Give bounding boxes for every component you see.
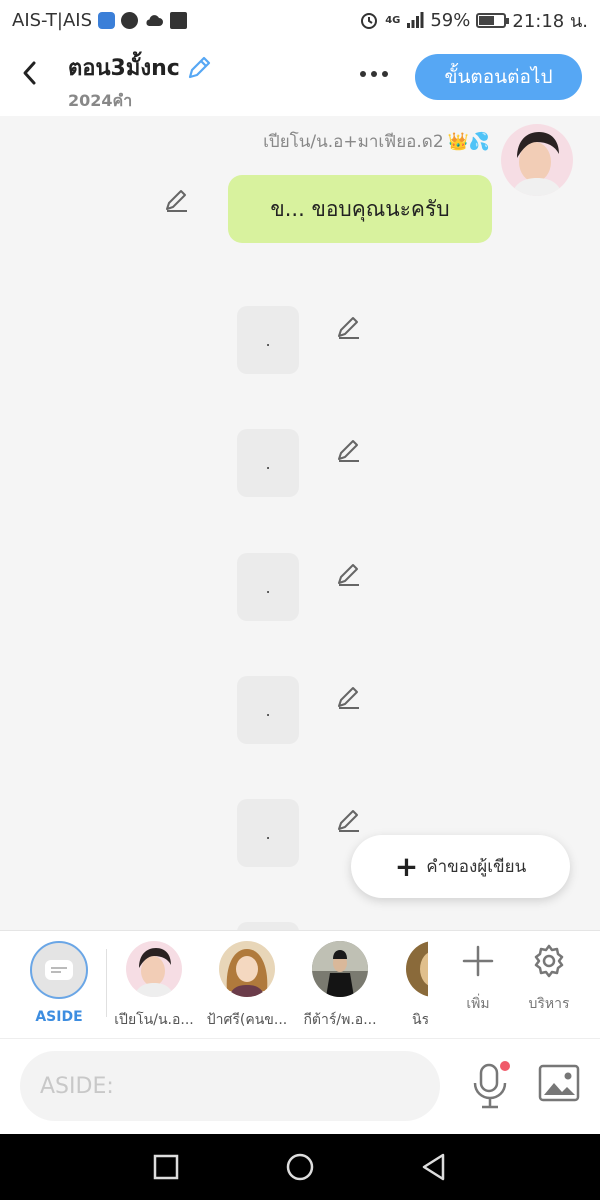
edit-message-icon[interactable] bbox=[335, 806, 363, 834]
back-button[interactable] bbox=[14, 58, 44, 88]
author-note-button[interactable]: + คำของผู้เขียน bbox=[351, 835, 570, 898]
page-title: ตอน3มั้งnc bbox=[68, 56, 180, 81]
avatar-portrait bbox=[501, 124, 573, 196]
sender-name: เปียโน/น.อ+มาเฟียอ.ด2 👑💦 bbox=[263, 128, 490, 155]
carrier-label: AIS-T|AIS bbox=[12, 9, 92, 31]
character-avatar bbox=[312, 941, 368, 997]
dot-message-bubble[interactable]: . bbox=[237, 676, 299, 744]
add-label: เพิ่ม bbox=[466, 996, 490, 1012]
next-step-button[interactable]: ขั้นตอนต่อไป bbox=[415, 54, 582, 100]
dot-message-bubble[interactable]: . bbox=[237, 553, 299, 621]
divider bbox=[106, 949, 107, 1017]
dot-message-bubble[interactable]: . bbox=[237, 429, 299, 497]
aside-selector[interactable]: ASIDE bbox=[30, 941, 88, 1025]
battery-fill bbox=[479, 15, 494, 25]
character-label: เปียโน/น.อ... bbox=[114, 1012, 194, 1028]
character-label: นิร bbox=[412, 1012, 428, 1028]
aside-label: ASIDE bbox=[35, 1009, 83, 1025]
messenger-icon bbox=[121, 11, 138, 29]
sender-name-text: เปียโน/น.อ+มาเฟียอ.ด2 bbox=[263, 132, 444, 152]
character-label: ป้าศรี(คนข... bbox=[206, 1012, 288, 1028]
manage-label: บริหาร bbox=[528, 996, 570, 1012]
signal-icon bbox=[407, 12, 424, 28]
clock: 21:18 น. bbox=[512, 10, 588, 32]
dot-message-bubble[interactable]: . bbox=[237, 799, 299, 867]
character-avatar bbox=[406, 941, 428, 997]
author-note-label: คำของผู้เขียน bbox=[426, 857, 527, 877]
edit-message-icon[interactable] bbox=[335, 313, 363, 341]
more-options-icon[interactable] bbox=[354, 60, 394, 88]
message-bubble[interactable]: ข... ขอบคุณนะครับ bbox=[228, 175, 492, 243]
edit-message-icon[interactable] bbox=[335, 683, 363, 711]
edit-title-icon[interactable] bbox=[186, 55, 212, 81]
sender-avatar[interactable] bbox=[501, 124, 573, 196]
character-item[interactable]: ป้าศรี(คนข... bbox=[202, 941, 292, 1031]
add-character-button[interactable]: เพิ่ม bbox=[458, 943, 498, 1015]
character-avatar bbox=[219, 941, 275, 997]
status-bar: AIS-T|AIS 4G 59% 21:18 น. bbox=[0, 0, 600, 40]
cloud-icon bbox=[146, 15, 163, 26]
edit-message-icon[interactable] bbox=[163, 186, 191, 214]
word-count: 2024คำ bbox=[68, 91, 133, 110]
status-left: AIS-T|AIS bbox=[12, 10, 187, 31]
image-icon bbox=[538, 1064, 580, 1102]
manage-characters-button[interactable]: บริหาร bbox=[524, 943, 574, 1015]
aside-icon bbox=[30, 941, 88, 999]
chat-area[interactable]: เปียโน/น.อ+มาเฟียอ.ด2 👑💦 ข... ขอบคุณนะคร… bbox=[0, 116, 600, 930]
network-type-label: 4G bbox=[385, 14, 401, 26]
recording-dot bbox=[500, 1061, 510, 1071]
back-nav-icon[interactable] bbox=[418, 1151, 450, 1183]
image-button[interactable] bbox=[538, 1063, 580, 1103]
battery-percent: 59% bbox=[430, 9, 471, 31]
title-row: ตอน3มั้งnc bbox=[68, 50, 212, 85]
character-avatar bbox=[126, 941, 182, 997]
chevron-left-icon bbox=[23, 61, 36, 85]
alarm-icon bbox=[361, 13, 378, 29]
dot-message-bubble[interactable]: . bbox=[237, 306, 299, 374]
character-item-clipped[interactable]: นิร bbox=[400, 941, 428, 1037]
shield-app-icon bbox=[98, 11, 115, 29]
dot-message-bubble-partial[interactable] bbox=[237, 922, 299, 930]
sender-emoji: 👑💦 bbox=[447, 131, 490, 152]
home-icon[interactable] bbox=[284, 1151, 316, 1183]
title-block: ตอน3มั้งnc 2024คำ bbox=[68, 50, 212, 114]
status-right: 4G 59% 21:18 น. bbox=[359, 6, 588, 35]
plus-icon: + bbox=[394, 849, 419, 883]
input-bar bbox=[0, 1038, 600, 1134]
character-label: กีต้าร์/พ.อ... bbox=[303, 1012, 377, 1028]
battery-icon bbox=[476, 12, 510, 28]
facebook-icon bbox=[170, 11, 187, 29]
message-input[interactable] bbox=[20, 1051, 440, 1121]
character-item[interactable]: เปียโน/น.อ... bbox=[109, 941, 199, 1031]
plus-icon bbox=[462, 945, 494, 977]
system-nav-bar bbox=[0, 1134, 600, 1200]
microphone-button[interactable] bbox=[468, 1061, 512, 1111]
gear-icon bbox=[534, 944, 564, 978]
recent-apps-icon[interactable] bbox=[150, 1151, 182, 1183]
edit-message-icon[interactable] bbox=[335, 560, 363, 588]
character-item[interactable]: กีต้าร์/พ.อ... bbox=[295, 941, 385, 1031]
character-bar: ASIDE เปียโน/น.อ... ป้าศรี(คนข... กีต้าร… bbox=[0, 930, 600, 1038]
chat-editor-screen: AIS-T|AIS 4G 59% 21:18 น. ตอน3มั้งnc 202… bbox=[0, 0, 600, 1200]
edit-message-icon[interactable] bbox=[335, 436, 363, 464]
header: ตอน3มั้งnc 2024คำ ขั้นตอนต่อไป bbox=[0, 40, 600, 116]
